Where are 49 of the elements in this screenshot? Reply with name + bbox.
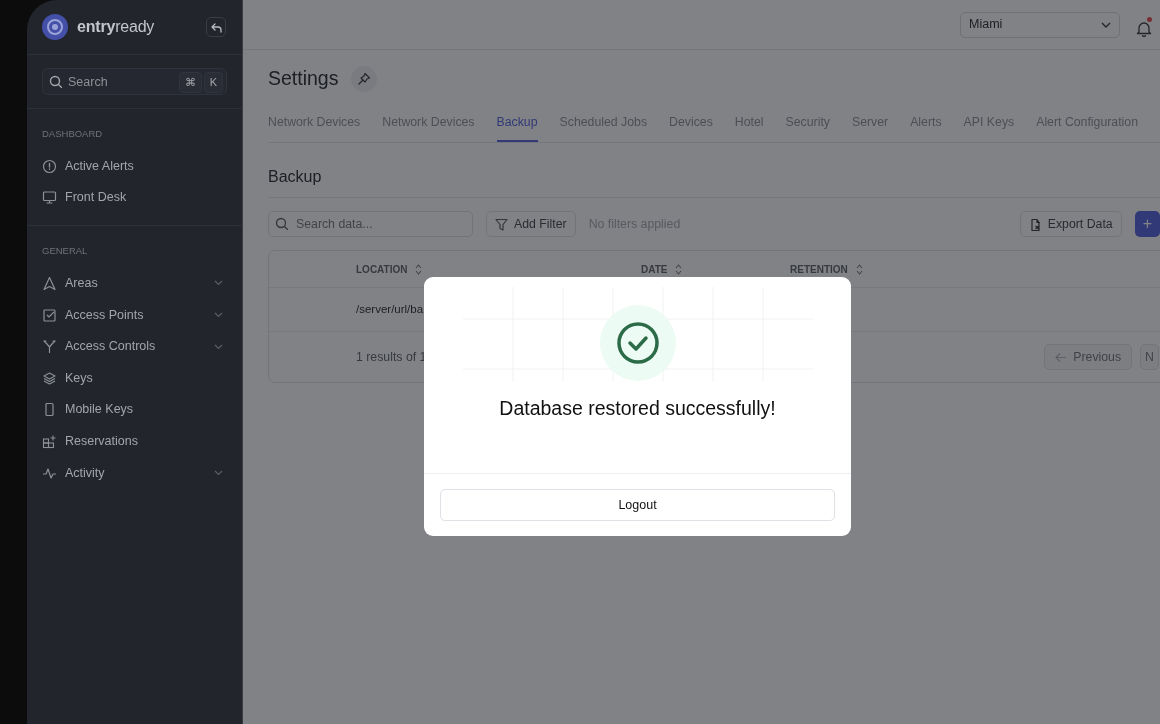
shortcut-key: ⌘ xyxy=(178,72,202,93)
sidebar-item[interactable]: Access Controls xyxy=(42,330,227,363)
location-select[interactable]: Miami xyxy=(960,11,1120,38)
column-header[interactable]: DATE xyxy=(641,261,790,277)
phone-icon xyxy=(42,402,57,418)
alert-icon xyxy=(42,158,57,174)
table-cell-text: /server/url/ba xyxy=(356,302,425,318)
sort-icon xyxy=(855,263,863,275)
sort-icon xyxy=(675,263,683,275)
sidebar-item[interactable]: Areas xyxy=(42,267,227,300)
sidebar-item[interactable]: Keys xyxy=(42,362,227,395)
left-arrow-icon xyxy=(1055,351,1068,363)
add-filter-button[interactable]: Add Filter xyxy=(486,211,576,238)
section-heading: DASHBOARD xyxy=(42,127,104,141)
search-icon xyxy=(275,217,288,231)
section-title: Backup xyxy=(268,165,1160,199)
navigation-icon xyxy=(42,276,57,291)
chevron-down-icon xyxy=(1101,21,1111,28)
collapse-button[interactable] xyxy=(206,17,226,37)
sidebar-item[interactable]: Mobile Keys xyxy=(42,394,227,426)
search-icon xyxy=(49,75,62,88)
column-header[interactable]: RETENTION xyxy=(790,261,940,277)
column-header[interactable]: LOCATION xyxy=(356,261,641,277)
add-button[interactable]: + xyxy=(1134,211,1160,238)
pin-icon xyxy=(357,72,372,86)
shortcut-key: K xyxy=(203,72,223,93)
section-heading: GENERAL xyxy=(42,244,89,259)
branch-icon xyxy=(42,339,57,355)
checkbox-icon xyxy=(42,307,57,323)
brand-name: entryready xyxy=(77,17,155,37)
page-title: Settings xyxy=(268,67,339,91)
sidebar-item[interactable]: Reservations xyxy=(42,425,227,458)
tab[interactable]: Backup xyxy=(496,109,538,143)
logout-button[interactable]: Logout xyxy=(440,489,835,521)
sort-icon xyxy=(415,263,423,275)
filter-icon xyxy=(495,217,508,231)
logo-icon xyxy=(42,14,68,40)
bell-icon[interactable] xyxy=(1136,21,1152,38)
modal-message: Database restored successfully! xyxy=(499,396,776,421)
sidebar-item[interactable]: Access Points xyxy=(42,299,227,331)
sidebar-item[interactable]: Front Desk xyxy=(42,181,227,214)
file-export-icon xyxy=(1028,217,1042,231)
export-button[interactable]: Export Data xyxy=(1019,211,1122,238)
sidebar-item[interactable]: Activity xyxy=(42,457,227,489)
monitor-icon xyxy=(42,190,57,206)
layers-icon xyxy=(42,370,57,386)
grid-plus-icon xyxy=(42,433,57,449)
pin-button[interactable] xyxy=(351,66,378,92)
sidebar-item[interactable]: Active Alerts xyxy=(42,150,227,182)
